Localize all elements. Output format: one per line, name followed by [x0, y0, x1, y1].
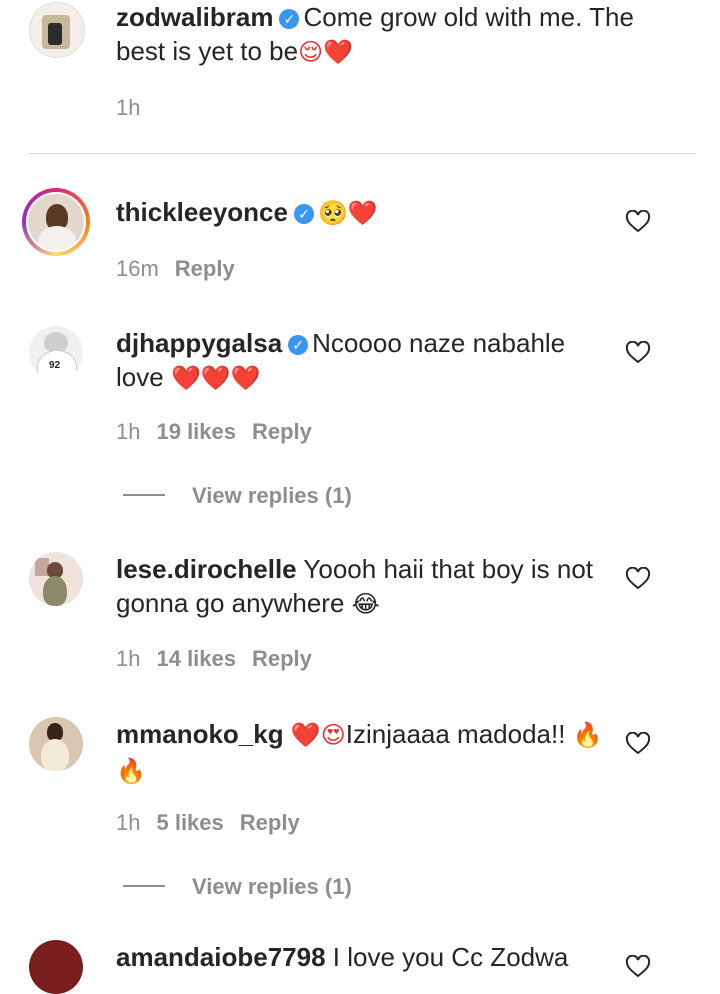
caption-meta: 1h [116, 94, 140, 122]
avatar-amandaiobe7798[interactable] [29, 940, 83, 994]
comment-emojis: 😂 [351, 591, 380, 618]
heart-outline-icon[interactable] [625, 567, 651, 591]
reply-button[interactable]: Reply [252, 646, 312, 671]
reply-button[interactable]: Reply [175, 256, 235, 281]
caption-time: 1h [116, 95, 141, 120]
caption-text: zodwalibram ✓ Come grow old with me. The b… [116, 0, 676, 70]
comment-body: Izinjaaaa madoda!! [345, 719, 566, 749]
reply-button[interactable]: Reply [252, 419, 312, 444]
heart-outline-icon[interactable] [625, 210, 651, 234]
view-replies-line [123, 494, 165, 496]
comment-meta: 1h 14 likes Reply [116, 645, 312, 673]
avatar-mmanoko-kg[interactable] [29, 717, 83, 771]
avatar-zodwalibram[interactable] [29, 2, 85, 58]
comment-body: I love you Cc Zodwa [332, 942, 569, 972]
comment-emojis: 🥺❤️ [317, 200, 378, 227]
reply-button[interactable]: Reply [240, 810, 300, 835]
comment-text: lese.dirochelle Yoooh haii that boy is n… [116, 552, 606, 622]
divider [28, 153, 696, 154]
story-ring[interactable] [22, 188, 90, 256]
comment-text: amandaiobe7798 I love you Cc Zodwa [116, 940, 606, 974]
comment-emojis: ❤️❤️❤️ [170, 365, 261, 392]
caption-emojis: 😌❤️ [298, 39, 354, 66]
comment-text: thickleeyonce ✓ 🥺❤️ [116, 195, 606, 231]
avatar-djhappygalsa[interactable]: 92 [29, 326, 83, 380]
avatar-thickleeyonce [26, 192, 86, 252]
comment-text: mmanoko_kg ❤️😍Izinjaaaa madoda!! 🔥🔥 [116, 717, 606, 789]
verified-badge-icon: ✓ [288, 335, 309, 355]
heart-outline-icon[interactable] [625, 955, 651, 979]
comment-meta: 16m Reply [116, 255, 235, 283]
comment-username[interactable]: lese.dirochelle [116, 554, 297, 584]
likes-count[interactable]: 19 likes [156, 419, 236, 444]
comment-text: djhappygalsa ✓ Ncoooo naze nabahle love ❤️… [116, 326, 606, 396]
view-replies-line [123, 885, 165, 887]
likes-count[interactable]: 5 likes [156, 810, 223, 835]
heart-outline-icon[interactable] [625, 341, 651, 365]
likes-count[interactable]: 14 likes [156, 646, 236, 671]
comment-username[interactable]: mmanoko_kg [116, 719, 284, 749]
heart-outline-icon[interactable] [625, 732, 651, 756]
view-replies-button[interactable]: View replies (1) [192, 873, 352, 901]
comment-time: 16m [116, 256, 159, 281]
comment-username[interactable]: thickleeyonce [116, 197, 288, 227]
comment-meta: 1h 5 likes Reply [116, 809, 300, 837]
verified-badge-icon: ✓ [293, 204, 314, 224]
caption-username[interactable]: zodwalibram [116, 2, 273, 32]
comment-time: 1h [116, 646, 141, 671]
verified-badge-icon: ✓ [279, 9, 300, 29]
view-replies-button[interactable]: View replies (1) [192, 482, 352, 510]
comment-username[interactable]: djhappygalsa [116, 328, 282, 358]
comment-emojis-before: ❤️😍 [290, 722, 346, 749]
avatar-lese-dirochelle[interactable] [29, 552, 83, 606]
comment-time: 1h [116, 810, 141, 835]
comment-username[interactable]: amandaiobe7798 [116, 942, 326, 972]
comment-time: 1h [116, 419, 141, 444]
comment-meta: 1h 19 likes Reply [116, 418, 312, 446]
